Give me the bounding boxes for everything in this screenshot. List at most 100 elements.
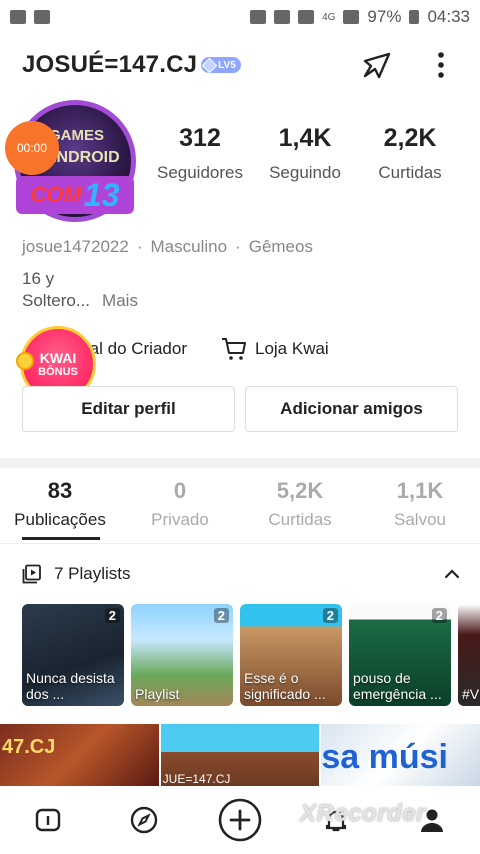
stat-label: Curtidas [378,163,442,182]
tab-label: Salvou [394,510,446,529]
nfc-icon [274,10,291,24]
level-badge[interactable]: LV5 [201,57,241,73]
playlist-card[interactable]: 2 Esse é o significado ... [240,604,342,706]
stat-value: 2,2K [383,124,437,152]
playlist-caption: Esse é o significado ... [244,670,326,702]
bio-info: josue1472022 · Masculino · Gêmeos [22,237,313,257]
header-actions [360,48,458,82]
playlist-card[interactable]: 2 Nunca desista dos ... [22,604,124,706]
playlist-count-badge: 2 [104,608,120,623]
stat-following[interactable]: 1,4K Seguindo [255,124,355,183]
stat-label: Seguidores [156,163,243,182]
active-tab-indicator [22,537,100,540]
nav-home[interactable] [20,792,76,848]
stat-label: Seguindo [269,163,341,182]
tab-label: Privado [151,510,209,529]
posts-grid: 47.CJ JUE=147.CJ sa músi [0,724,480,786]
youtube-icon [34,10,50,24]
tab-posts[interactable]: 83 Publicações [0,478,120,538]
edit-profile-button[interactable]: Editar perfil [22,386,235,432]
tab-count: 5,2K [276,478,324,503]
stat-value: 1,4K [278,124,332,152]
post-thumbnail[interactable]: 47.CJ [0,724,159,786]
cast-icon [250,10,267,24]
content-tabs: 83 Publicações 0 Privado 5,2K Curtidas 1… [0,478,480,538]
tab-count: 83 [47,478,73,503]
nav-create[interactable] [212,792,268,848]
share-icon [363,52,391,79]
playlist-icon [22,564,41,584]
tab-label: Publicações [14,510,106,529]
playlist-caption: Playlist [135,686,180,702]
kwai-shop-label: Loja Kwai [255,339,329,358]
coin-icon [16,352,34,370]
kwai-shop-link[interactable]: Loja Kwai [221,337,329,361]
thumbnail-text: 47.CJ [2,736,56,758]
tab-saved[interactable]: 1,1K Salvou [360,478,480,538]
status-bar: 4G 97% 04:33 [0,0,480,34]
camera-icon [10,10,26,24]
add-friends-button[interactable]: Adicionar amigos [245,386,458,432]
recording-timer[interactable]: 00:00 [5,121,59,175]
bio-separator: · [235,237,241,256]
plus-circle-icon [218,798,262,842]
wifi-icon [298,10,315,24]
bio-sign: Gêmeos [248,237,313,256]
diamond-icon [201,57,218,73]
clock: 04:33 [427,7,470,26]
playlist-card[interactable]: 2 pouso de emergência ... [349,604,451,706]
bio-gender: Masculino [150,237,228,256]
post-thumbnail[interactable]: JUE=147.CJ [160,724,320,786]
playlists-title: 7 Playlists [54,564,131,583]
tab-label: Curtidas [268,510,332,529]
post-thumbnail[interactable]: sa músi [321,724,480,786]
playlists-header[interactable]: 7 Playlists [22,560,460,588]
playlist-count-badge: 2 [431,608,447,623]
creator-panel-label: ral do Criador [84,339,187,358]
bio-status-row: Soltero... Mais [22,291,138,311]
playlist-card[interactable]: #V ar [458,604,480,706]
tabs-divider [0,543,480,544]
profile-username: JOSUÉ=147.CJ [22,51,198,78]
compass-icon [130,806,158,834]
nav-discover[interactable] [116,792,172,848]
thumbnail-text: sa músi [321,738,448,776]
playlist-carousel: 2 Nunca desista dos ... 2 Playlist 2 Ess… [22,604,480,706]
network-label: 4G [322,11,336,23]
bio-relationship: Soltero... [22,291,91,310]
tab-count: 1,1K [396,478,444,503]
status-left [10,10,50,24]
more-options-button[interactable] [424,48,458,82]
profile-actions: Editar perfil Adicionar amigos [22,386,458,432]
bio-more-link[interactable]: Mais [102,291,138,311]
playlist-card[interactable]: 2 Playlist [131,604,233,706]
bio-age: 16 y [22,269,55,288]
more-vertical-icon [438,52,444,78]
cart-icon [222,338,246,360]
stat-likes[interactable]: 2,2K Curtidas [360,124,460,183]
playlist-caption: Nunca desista dos ... [26,670,115,702]
battery-percent: 97% [367,7,402,26]
stat-value: 312 [179,124,221,152]
profile-header: JOSUÉ=147.CJ LV5 [0,40,480,90]
battery-icon [409,10,420,24]
tab-liked[interactable]: 5,2K Curtidas [240,478,360,538]
thumbnail-text: JUE=147.CJ [162,772,231,786]
playlist-caption: pouso de emergência ... [353,670,442,702]
bio-separator: · [136,237,143,256]
bio-handle: josue1472022 [22,237,129,256]
avatar-frame-ribbon: COM 13 [16,176,134,214]
signal-icon [343,10,360,24]
playlist-caption: #V ar [462,686,480,702]
level-text: LV5 [218,59,236,71]
chevron-up-icon[interactable] [444,568,460,580]
profile-stats: 312 Seguidores 1,4K Seguindo 2,2K Curtid… [150,124,460,183]
share-button[interactable] [360,48,394,82]
recorder-watermark: XRecorder [300,800,426,827]
kwai-bonus-text-2: BÔNUS [38,366,78,378]
avatar-tag-prefix: COM [30,182,82,207]
tab-count: 0 [173,478,187,503]
status-right: 4G 97% 04:33 [250,7,470,27]
stat-followers[interactable]: 312 Seguidores [150,124,250,183]
tab-private[interactable]: 0 Privado [120,478,240,538]
